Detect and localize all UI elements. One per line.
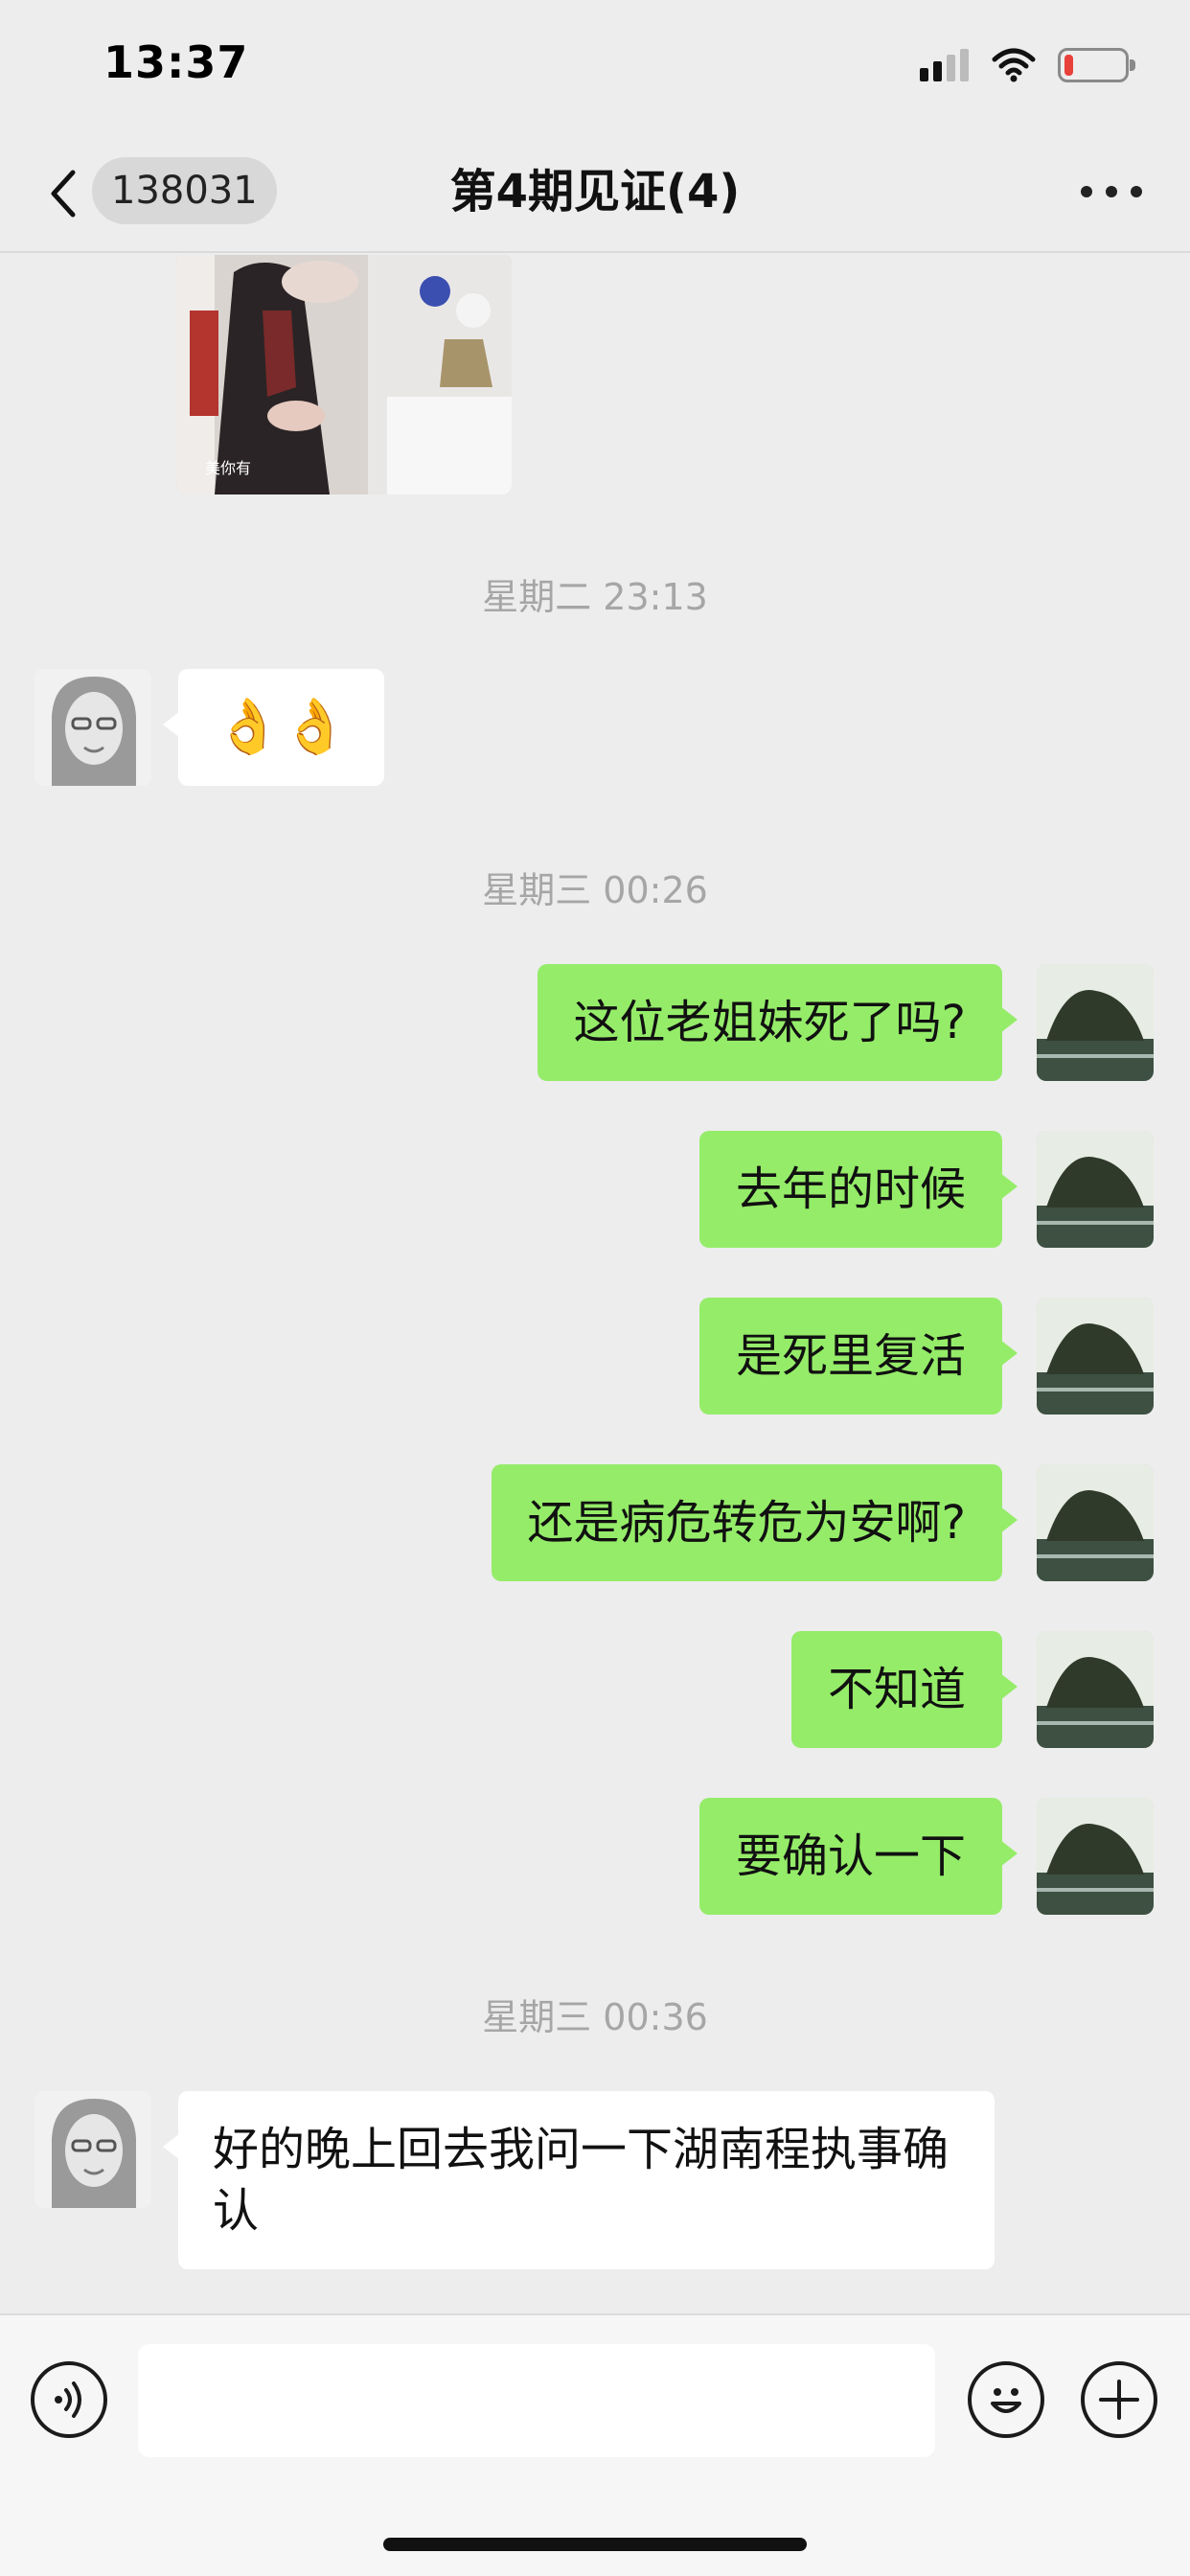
received-emoji-message[interactable]: 👌👌	[162, 669, 385, 786]
sent-message[interactable]: 去年的时候	[698, 1131, 1018, 1248]
landscape-avatar-image	[1037, 964, 1154, 1081]
voice-icon[interactable]	[31, 2361, 107, 2438]
sent-message[interactable]: 这位老姐妹死了吗?	[537, 964, 1018, 1081]
wifi-icon	[992, 48, 1036, 82]
svg-text:美你有: 美你有	[205, 459, 251, 477]
sent-message[interactable]: 还是病危转危为安啊?	[491, 1464, 1018, 1581]
plus-icon[interactable]	[1081, 2361, 1157, 2438]
status-time: 13:37	[103, 36, 249, 88]
sent-message[interactable]: 要确认一下	[698, 1798, 1018, 1915]
timestamp-label: 星期二 23:13	[482, 576, 708, 618]
my-avatar[interactable]	[1037, 1631, 1154, 1748]
chat-screen: 13:37 138031 第4期见证(4) 美你有 星期二 23:13 👌👌 星…	[0, 0, 1190, 2576]
my-avatar[interactable]	[1037, 1464, 1154, 1581]
landscape-avatar-image	[1037, 1298, 1154, 1414]
landscape-avatar-image	[1037, 1131, 1154, 1248]
message-input[interactable]	[138, 2344, 935, 2457]
home-indicator[interactable]	[383, 2538, 807, 2551]
timestamp-label: 星期三 00:26	[482, 869, 708, 911]
back-chevron-icon[interactable]	[44, 163, 82, 224]
landscape-avatar-image	[1037, 1798, 1154, 1915]
timestamp-label: 星期三 00:36	[482, 1996, 708, 2038]
photo-thumbnail: 美你有	[176, 255, 512, 494]
input-bar	[0, 2313, 1190, 2576]
my-avatar[interactable]	[1037, 964, 1154, 1081]
more-dot	[1081, 186, 1092, 197]
photo-message[interactable]: 美你有	[176, 255, 512, 494]
battery-fill	[1064, 55, 1073, 76]
plus-glyph	[1099, 2380, 1139, 2420]
my-avatar[interactable]	[1037, 1298, 1154, 1414]
more-dot	[1106, 186, 1117, 197]
more-icon[interactable]	[1081, 180, 1142, 203]
avatar-image	[34, 2091, 151, 2208]
sent-message[interactable]: 不知道	[790, 1631, 1018, 1748]
landscape-avatar-image	[1037, 1631, 1154, 1748]
smile-glyph	[991, 2388, 1021, 2413]
status-bar: 13:37	[0, 0, 1190, 134]
emoji-icon[interactable]	[968, 2361, 1044, 2438]
nav-bar: 138031 第4期见证(4)	[0, 134, 1190, 253]
avatar[interactable]	[34, 669, 151, 786]
my-avatar[interactable]	[1037, 1131, 1154, 1248]
battery-low-icon	[1058, 48, 1135, 82]
received-message[interactable]: 好的晚上回去我问一下湖南程执事确认	[163, 2091, 995, 2269]
avatar-image	[34, 669, 151, 786]
message-list[interactable]: 美你有 星期二 23:13 👌👌 星期三 00:26 这位老姐妹死了吗? 去年的…	[0, 255, 1190, 2313]
more-dot	[1131, 186, 1142, 197]
landscape-avatar-image	[1037, 1464, 1154, 1581]
sent-message[interactable]: 是死里复活	[698, 1298, 1018, 1414]
voice-wave-glyph	[55, 2381, 81, 2418]
my-avatar[interactable]	[1037, 1798, 1154, 1915]
unread-count-badge[interactable]: 138031	[92, 157, 277, 224]
avatar[interactable]	[34, 2091, 151, 2208]
status-icons	[920, 42, 1135, 88]
signal-icon	[920, 49, 969, 81]
